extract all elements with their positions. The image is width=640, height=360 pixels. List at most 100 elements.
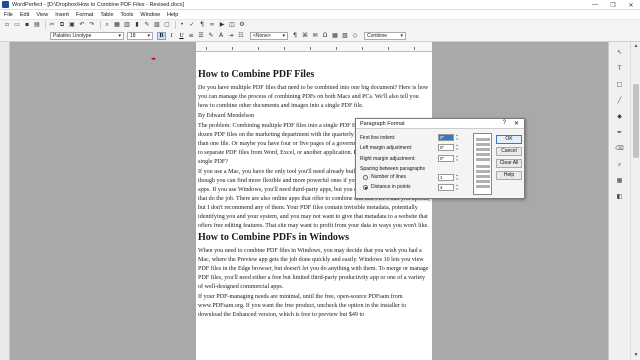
font-size-value: 18 <box>130 32 136 39</box>
zoom-icon[interactable]: ⌕ <box>103 21 111 29</box>
shape-tool-icon[interactable]: □ <box>615 80 625 90</box>
cut-icon[interactable]: ✂ <box>48 21 56 29</box>
combine-dropdown[interactable]: Combine ▾ <box>364 31 406 40</box>
print-icon[interactable]: ▤ <box>33 21 41 29</box>
menu-table[interactable]: Table <box>100 12 113 18</box>
menu-help[interactable]: Help <box>167 12 178 18</box>
text-tool-icon[interactable]: T <box>615 64 625 74</box>
fill-tool-icon[interactable]: ◆ <box>615 112 625 122</box>
right-margin-input[interactable]: 0" <box>438 155 454 162</box>
paste-icon[interactable]: ▣ <box>68 21 76 29</box>
menu-window[interactable]: Window <box>140 12 160 18</box>
spinner-icon[interactable]: ▴ ▾ <box>455 173 459 181</box>
help-button[interactable]: Help <box>496 171 522 180</box>
right-toolbar: ↖ T □ ╱ ◆ ✒ ⌫ ⌕ ▦ ◧ <box>608 42 630 360</box>
left-margin-input[interactable]: 0" <box>438 144 454 151</box>
bold-button[interactable]: B <box>157 31 166 40</box>
italic-button[interactable]: I <box>167 32 176 40</box>
scroll-thumb[interactable] <box>633 84 639 158</box>
eraser-tool-icon[interactable]: ⌫ <box>615 144 625 154</box>
comment-icon[interactable]: ✉ <box>311 32 319 40</box>
draw-icon[interactable]: ✎ <box>143 21 151 29</box>
maximize-button[interactable]: ❐ <box>604 0 622 10</box>
font-color-icon[interactable]: A <box>217 32 225 40</box>
menu-insert[interactable]: Insert <box>55 12 69 18</box>
left-margin-label: Left margin adjustment: <box>360 145 413 151</box>
new-icon[interactable]: ▫ <box>3 21 11 29</box>
wordperfect-app-icon <box>2 1 9 8</box>
vertical-scrollbar[interactable]: ▲ ▼ <box>630 42 640 360</box>
image-icon[interactable]: ▧ <box>153 21 161 29</box>
view-icon[interactable]: ◫ <box>228 21 236 29</box>
distance-in-points-input[interactable]: 4 <box>438 184 454 191</box>
close-icon[interactable]: ✕ <box>514 120 519 127</box>
menu-file[interactable]: File <box>4 12 13 18</box>
indent-icon[interactable]: ⇥ <box>227 32 235 40</box>
textbox-icon[interactable]: ▢ <box>163 21 171 29</box>
spell-icon[interactable]: ✓ <box>188 21 196 29</box>
close-button[interactable]: ✕ <box>622 0 640 10</box>
chart-icon[interactable]: ▮ <box>133 21 141 29</box>
heading-combine-pdf: How to Combine PDF Files <box>198 69 315 80</box>
minimize-button[interactable]: — <box>586 0 604 10</box>
chevron-down-icon: ▾ <box>400 32 403 39</box>
layers-tool-icon[interactable]: ◧ <box>615 192 625 202</box>
zoom-tool-icon[interactable]: ⌕ <box>615 160 625 170</box>
style-dropdown[interactable]: <None> ▾ <box>250 31 288 40</box>
menu-view[interactable]: View <box>36 12 48 18</box>
ok-button[interactable]: OK <box>496 135 522 144</box>
ruler-tick <box>232 47 233 50</box>
macro-icon[interactable]: ▶ <box>218 21 226 29</box>
menu-tools[interactable]: Tools <box>121 12 134 18</box>
table-icon[interactable]: ▦ <box>113 21 121 29</box>
settings-icon[interactable]: ⚙ <box>238 21 246 29</box>
font-size-dropdown[interactable]: 18 ▾ <box>127 31 153 40</box>
table-insert-icon[interactable]: ▦ <box>331 32 339 40</box>
distance-in-points-radio[interactable] <box>363 185 368 190</box>
columns-icon[interactable]: ▥ <box>123 21 131 29</box>
reveal-codes-icon[interactable]: ⌘ <box>301 32 309 40</box>
grid-tool-icon[interactable]: ▦ <box>615 176 625 186</box>
open-icon[interactable]: ▭ <box>13 21 21 29</box>
grammar-icon[interactable]: ¶ <box>198 21 206 29</box>
spinner-icon[interactable]: ▴ ▾ <box>455 183 459 191</box>
document-page[interactable]: How to Combine PDF Files Do you have mul… <box>196 52 432 360</box>
help-icon[interactable]: ? <box>503 120 506 126</box>
horizontal-ruler[interactable] <box>196 42 432 52</box>
image-insert-icon[interactable]: ▧ <box>341 32 349 40</box>
style-value: <None> <box>253 32 271 39</box>
font-family-dropdown[interactable]: Palatino Linotype ▾ <box>50 31 124 40</box>
scroll-down-icon[interactable]: ▼ <box>631 351 640 360</box>
spinner-icon[interactable]: ▴ ▾ <box>455 154 459 162</box>
scroll-up-icon[interactable]: ▲ <box>631 42 640 51</box>
link-icon[interactable]: ∞ <box>208 21 216 29</box>
list-icon[interactable]: ☷ <box>237 32 245 40</box>
clear-all-button[interactable]: Clear All <box>496 159 522 168</box>
line-spacing-icon[interactable]: ☰ <box>197 32 205 40</box>
menu-edit[interactable]: Edit <box>20 12 29 18</box>
highlight-icon[interactable]: ✎ <box>207 32 215 40</box>
symbol-icon[interactable]: Ω <box>321 32 329 40</box>
spinner-icon[interactable]: ▴ ▾ <box>455 133 459 141</box>
bullet-icon[interactable]: • <box>178 21 186 29</box>
save-icon[interactable]: ▪ <box>23 21 31 29</box>
pen-tool-icon[interactable]: ✒ <box>615 128 625 138</box>
redo-icon[interactable]: ↷ <box>88 21 96 29</box>
line-tool-icon[interactable]: ╱ <box>615 96 625 106</box>
copy-icon[interactable]: ⧉ <box>58 21 66 29</box>
menu-format[interactable]: Format <box>76 12 93 18</box>
property-bar: Palatino Linotype ▾ 18 ▾ B I U ≡ ☰ ✎ A ⇥… <box>0 30 640 42</box>
underline-button[interactable]: U <box>177 32 186 40</box>
number-of-lines-input[interactable]: 1 <box>438 174 454 181</box>
number-of-lines-radio[interactable] <box>363 175 368 180</box>
pointer-icon[interactable]: ↖ <box>615 48 625 58</box>
shape-icon[interactable]: ◇ <box>351 32 359 40</box>
spacing-group-label: Spacing between paragraphs <box>360 166 426 172</box>
first-line-indent-input[interactable]: 0" <box>438 134 454 141</box>
cancel-button[interactable]: Cancel <box>496 147 522 156</box>
spinner-icon[interactable]: ▴ ▾ <box>455 143 459 151</box>
justify-icon[interactable]: ≡ <box>187 32 195 40</box>
undo-icon[interactable]: ↶ <box>78 21 86 29</box>
ruler-tick <box>310 47 311 50</box>
format-icon[interactable]: ¶ <box>291 32 299 40</box>
